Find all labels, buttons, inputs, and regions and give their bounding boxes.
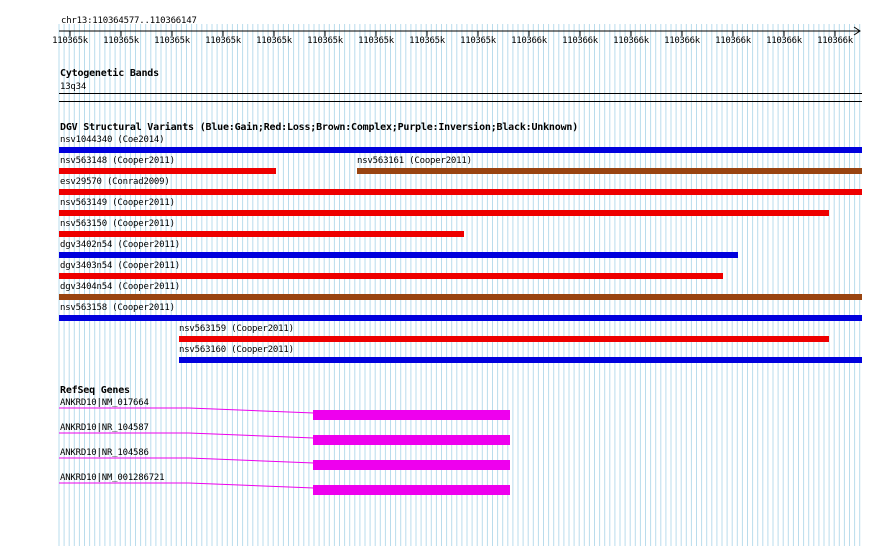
ruler-tick-label: 110366k (817, 36, 853, 46)
gene-exon[interactable] (313, 460, 510, 470)
variant-bar[interactable] (59, 294, 862, 300)
dgv-track-title: DGV Structural Variants (Blue:Gain;Red:L… (60, 122, 579, 133)
variant-label[interactable]: dgv3404n54 (Cooper2011) (60, 282, 180, 292)
variant-label[interactable]: esv29570 (Conrad2009) (60, 177, 170, 187)
variant-label[interactable]: nsv563148 (Cooper2011) (60, 156, 175, 166)
ruler-tick-label: 110366k (562, 36, 598, 46)
variant-bar[interactable] (59, 231, 464, 237)
variant-label[interactable]: nsv563150 (Cooper2011) (60, 219, 175, 229)
gene-exon[interactable] (313, 435, 510, 445)
variant-label[interactable]: nsv563161 (Cooper2011) (357, 156, 472, 166)
ruler-tick-label: 110365k (307, 36, 343, 46)
ruler-tick-label: 110366k (766, 36, 802, 46)
variant-label[interactable]: dgv3403n54 (Cooper2011) (60, 261, 180, 271)
variant-bar[interactable] (59, 273, 723, 279)
gene-intron-line (59, 482, 315, 489)
ruler-tick-label: 110365k (460, 36, 496, 46)
variant-bar[interactable] (59, 210, 829, 216)
ruler-tick-label: 110366k (664, 36, 700, 46)
ruler-tick-label: 110365k (256, 36, 292, 46)
variant-label[interactable]: nsv563159 (Cooper2011) (179, 324, 294, 334)
ruler-tick-label: 110366k (511, 36, 547, 46)
genome-browser-canvas: chr13:110364577..110366147 110365k 110365… (0, 0, 890, 546)
gene-intron-line (59, 407, 315, 414)
gene-intron-line (59, 457, 315, 464)
variant-bar[interactable] (357, 168, 862, 174)
refseq-track-title: RefSeq Genes (60, 385, 130, 396)
ruler-tick-label: 110365k (103, 36, 139, 46)
variant-bar[interactable] (59, 189, 862, 195)
cytoband-line-top (59, 93, 862, 94)
variant-bar[interactable] (179, 336, 829, 342)
ruler-tick-label: 110365k (154, 36, 190, 46)
variant-bar[interactable] (179, 357, 862, 363)
variant-bar[interactable] (59, 147, 862, 153)
gene-exon[interactable] (313, 410, 510, 420)
ruler-tick-label: 110365k (205, 36, 241, 46)
variant-bar[interactable] (59, 315, 862, 321)
variant-label[interactable]: nsv563160 (Cooper2011) (179, 345, 294, 355)
gene-exon[interactable] (313, 485, 510, 495)
gene-intron-line (59, 432, 315, 439)
ruler-tick-label: 110366k (613, 36, 649, 46)
variant-bar[interactable] (59, 252, 738, 258)
variant-label[interactable]: nsv1044340 (Coe2014) (60, 135, 165, 145)
variant-label[interactable]: dgv3402n54 (Cooper2011) (60, 240, 180, 250)
variant-label[interactable]: nsv563158 (Cooper2011) (60, 303, 175, 313)
cytoband-track-title: Cytogenetic Bands (60, 68, 159, 79)
ruler-tick-label: 110365k (409, 36, 445, 46)
ruler-tick-label: 110365k (52, 36, 88, 46)
cytoband-label: 13q34 (60, 82, 87, 92)
variant-bar[interactable] (59, 168, 276, 174)
ruler-tick-label: 110366k (715, 36, 751, 46)
variant-label[interactable]: nsv563149 (Cooper2011) (60, 198, 175, 208)
cytoband-line-bottom (59, 101, 862, 102)
ruler-tick-label: 110365k (358, 36, 394, 46)
